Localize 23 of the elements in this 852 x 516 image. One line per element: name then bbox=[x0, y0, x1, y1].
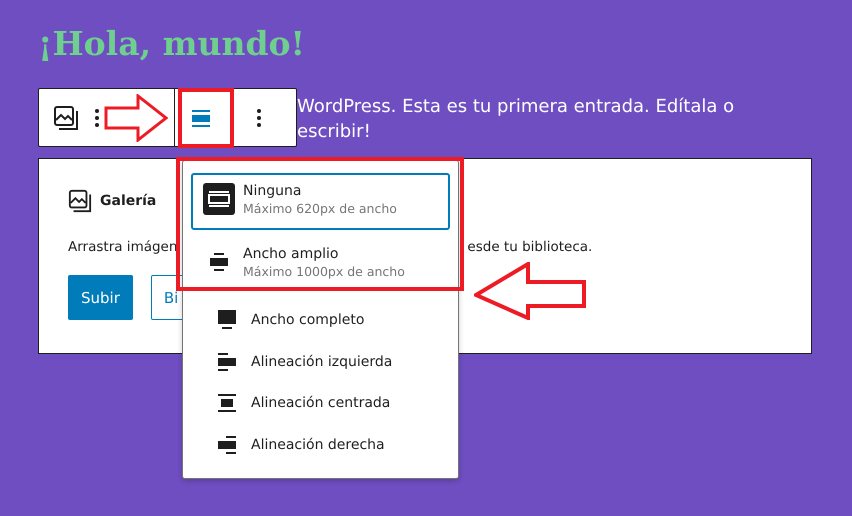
option-description: Máximo 620px de ancho bbox=[243, 201, 397, 216]
option-label: Alineación izquierda bbox=[251, 354, 392, 370]
option-label: Ancho completo bbox=[251, 312, 364, 328]
upload-button[interactable]: Subir bbox=[68, 275, 133, 320]
option-label: Alineación centrada bbox=[251, 395, 390, 412]
option-label: Ancho amplio bbox=[243, 246, 340, 262]
option-label: Ninguna bbox=[243, 183, 302, 199]
pointer-arrow bbox=[104, 94, 168, 142]
align-none-icon bbox=[203, 183, 235, 215]
paragraph-line: WordPress. Esta es tu primera entrada. Edítala o bbox=[297, 95, 734, 119]
option-label: Alineación derecha bbox=[251, 437, 385, 454]
gallery-icon bbox=[68, 189, 92, 213]
post-title: ¡Hola, mundo! bbox=[38, 23, 306, 65]
align-option[interactable]: Ninguna Máximo 620px de ancho bbox=[191, 173, 450, 230]
gallery-icon[interactable] bbox=[53, 104, 79, 130]
highlight-frame bbox=[178, 88, 234, 148]
instructions-text: Arrastra imágen bbox=[68, 239, 178, 257]
more-options-icon[interactable] bbox=[256, 108, 262, 128]
drag-handle-icon[interactable] bbox=[93, 108, 101, 128]
paragraph-line: escribir! bbox=[297, 120, 372, 144]
instructions-text: esde tu biblioteca. bbox=[467, 239, 592, 257]
option-description: Máximo 1000px de ancho bbox=[243, 264, 405, 279]
block-title: Galería bbox=[100, 193, 156, 209]
